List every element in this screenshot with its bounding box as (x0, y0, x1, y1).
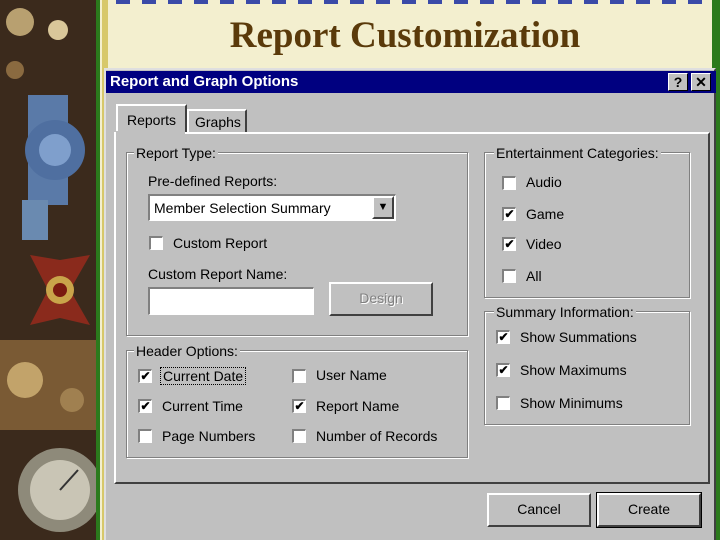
predefined-reports-label: Pre-defined Reports: (148, 173, 278, 189)
decorative-photo-strip (0, 0, 96, 540)
check-icon: ✔ (498, 330, 509, 344)
all-checkbox[interactable] (502, 269, 516, 283)
all-label: All (526, 268, 542, 284)
active-tab-joint (116, 131, 185, 134)
video-label: Video (526, 236, 562, 252)
predefined-reports-select[interactable]: Member Selection Summary (148, 194, 396, 221)
custom-report-checkbox[interactable] (149, 236, 163, 250)
check-icon: ✔ (498, 363, 509, 377)
check-icon: ✔ (294, 399, 305, 413)
entertainment-categories-legend: Entertainment Categories: (494, 145, 661, 161)
tab-graphs-label: Graphs (195, 114, 241, 130)
report-name-checkbox[interactable]: ✔ (292, 399, 306, 413)
medal-collage-image (0, 0, 96, 540)
page-numbers-checkbox[interactable] (138, 429, 152, 443)
game-label: Game (526, 206, 565, 222)
dialog-title: Report and Graph Options (110, 73, 299, 90)
predefined-reports-value: Member Selection Summary (154, 200, 331, 216)
slide-title: Report Customization (229, 15, 581, 56)
show-maximums-checkbox[interactable]: ✔ (496, 363, 510, 377)
check-icon: ✔ (504, 237, 515, 251)
create-button[interactable]: Create (597, 493, 701, 527)
game-checkbox[interactable]: ✔ (502, 207, 516, 221)
design-button[interactable]: Design (329, 282, 433, 316)
user-name-label: User Name (316, 367, 387, 383)
current-date-checkbox[interactable]: ✔ (138, 369, 152, 383)
chevron-down-icon: ▼ (377, 201, 389, 213)
summary-information-legend: Summary Information: (494, 304, 636, 320)
close-button[interactable]: ✕ (691, 73, 711, 91)
report-type-legend: Report Type: (134, 145, 218, 161)
custom-report-label: Custom Report (173, 235, 268, 251)
current-time-label: Current Time (162, 398, 243, 414)
cancel-button[interactable]: Cancel (487, 493, 591, 527)
check-icon: ✔ (504, 207, 515, 221)
user-name-checkbox[interactable] (292, 369, 306, 383)
report-name-label: Report Name (316, 398, 400, 414)
show-summations-checkbox[interactable]: ✔ (496, 330, 510, 344)
audio-checkbox[interactable] (502, 176, 516, 190)
video-checkbox[interactable]: ✔ (502, 237, 516, 251)
number-of-records-checkbox[interactable] (292, 429, 306, 443)
dropdown-button[interactable]: ▼ (372, 196, 394, 219)
current-date-label: Current Date (160, 367, 247, 385)
check-icon: ✔ (140, 369, 151, 383)
close-icon: ✕ (695, 74, 707, 90)
show-summations-label: Show Summations (520, 329, 637, 345)
audio-label: Audio (526, 174, 562, 190)
help-button[interactable]: ? (668, 73, 688, 91)
current-time-checkbox[interactable]: ✔ (138, 399, 152, 413)
show-minimums-checkbox[interactable] (496, 396, 510, 410)
tab-reports[interactable]: Reports (116, 104, 187, 134)
show-minimums-label: Show Minimums (520, 395, 623, 411)
custom-report-name-label: Custom Report Name: (148, 266, 288, 282)
custom-report-name-input[interactable] (148, 287, 314, 315)
header-options-legend: Header Options: (134, 343, 240, 359)
page-numbers-label: Page Numbers (162, 428, 256, 444)
check-icon: ✔ (140, 399, 151, 413)
number-of-records-label: Number of Records (316, 428, 438, 444)
tab-graphs[interactable]: Graphs (187, 109, 247, 132)
show-maximums-label: Show Maximums (520, 362, 627, 378)
tab-reports-label: Reports (127, 112, 177, 128)
